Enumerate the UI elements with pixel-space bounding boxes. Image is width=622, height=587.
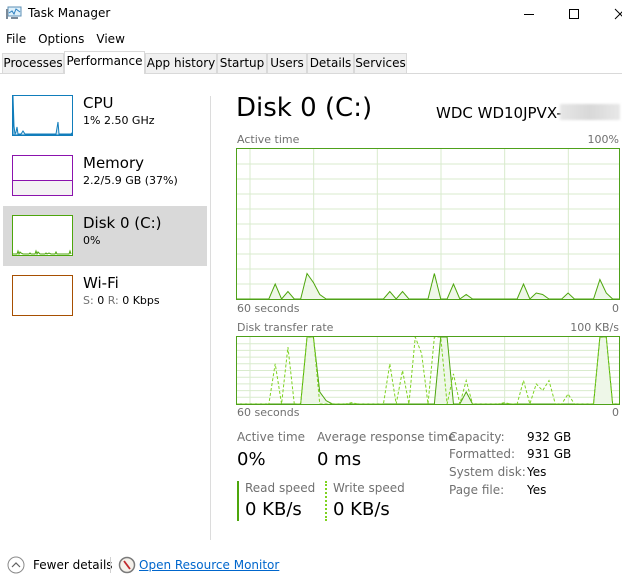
active-time-x-right: 0 (612, 302, 619, 315)
active-time-chart (237, 149, 619, 300)
avg-response-label: Average response time (317, 430, 456, 444)
write-speed-value: 0 KB/s (333, 499, 390, 520)
capacity-value: 932 GB (527, 430, 572, 444)
active-time-graph (236, 148, 620, 300)
read-speed-label: Read speed (245, 481, 316, 495)
write-speed-label: Write speed (333, 481, 405, 495)
sidebar-cpu-title: CPU (83, 94, 114, 112)
sidebar-item-cpu[interactable]: CPU 1% 2.50 GHz (3, 90, 207, 150)
formatted-label: Formatted: (449, 447, 516, 461)
tab-users[interactable]: Users (267, 53, 307, 73)
menu-options[interactable]: Options (32, 30, 90, 48)
close-button[interactable] (597, 0, 622, 28)
close-icon (614, 8, 622, 20)
sidebar-disk-subtitle: 0% (83, 234, 101, 247)
sidebar-wifi-subtitle: S: 0 R: 0 Kbps (83, 294, 160, 307)
transfer-rate-chart (237, 336, 619, 406)
active-time-x-left: 60 seconds (237, 302, 300, 315)
open-resource-monitor-link[interactable]: Open Resource Monitor (139, 558, 279, 572)
tab-processes[interactable]: Processes (2, 53, 64, 73)
footer: Fewer details Open Resource Monitor (0, 553, 622, 581)
transfer-rate-x-right: 0 (612, 406, 619, 419)
transfer-rate-graph-label: Disk transfer rate (237, 321, 334, 334)
sidebar-disk-title: Disk 0 (C:) (83, 214, 162, 232)
menu-bar: File Options View (0, 30, 131, 48)
wifi-send-label: S: (83, 294, 94, 307)
sidebar-cpu-subtitle: 1% 2.50 GHz (83, 114, 155, 127)
disk-model: WDC WD10JPVX- (436, 104, 562, 122)
task-manager-icon (6, 6, 22, 20)
sidebar-divider (210, 96, 211, 540)
disk-thumbnail-graph (12, 215, 73, 256)
redacted-model-suffix (560, 104, 620, 120)
tab-services[interactable]: Services (354, 53, 407, 73)
cpu-thumbnail-graph (12, 95, 73, 136)
tab-details[interactable]: Details (307, 53, 354, 73)
maximize-icon (569, 9, 579, 19)
sidebar-memory-title: Memory (83, 154, 145, 172)
wifi-send-value: 0 (97, 294, 105, 307)
active-time-line (237, 272, 619, 300)
page-file-value: Yes (527, 483, 547, 497)
resource-monitor-icon (118, 556, 136, 577)
menu-view[interactable]: View (90, 30, 130, 48)
avg-response-value: 0 ms (317, 449, 362, 470)
sidebar-item-wifi[interactable]: Wi-Fi S: 0 R: 0 Kbps (3, 270, 207, 330)
active-time-area (237, 273, 619, 299)
fewer-details-button[interactable] (7, 556, 25, 577)
title-bar: Task Manager (0, 0, 622, 28)
fewer-details-label[interactable]: Fewer details (33, 558, 113, 572)
wifi-receive-label: R: (107, 294, 119, 307)
capacity-label: Capacity: (449, 430, 505, 444)
sidebar-item-memory[interactable]: Memory 2.2/5.9 GB (37%) (3, 150, 207, 210)
tab-startup[interactable]: Startup (217, 53, 267, 73)
sidebar-wifi-title: Wi-Fi (83, 274, 119, 292)
system-disk-label: System disk: (449, 465, 526, 479)
maximize-button[interactable] (551, 0, 597, 28)
sidebar-item-disk[interactable]: Disk 0 (C:) 0% (3, 206, 207, 266)
write-speed-legend-line (325, 481, 327, 521)
page-file-label: Page file: (449, 483, 505, 497)
read-speed-legend-line (237, 481, 239, 521)
transfer-rate-x-left: 60 seconds (237, 406, 300, 419)
disk-title: Disk 0 (C:) (236, 93, 373, 123)
active-time-graph-label: Active time (237, 133, 300, 146)
menu-file[interactable]: File (0, 30, 32, 48)
active-time-stat-label: Active time (237, 430, 306, 444)
window-title: Task Manager (28, 6, 111, 20)
tab-performance[interactable]: Performance (64, 51, 145, 74)
minimize-button[interactable] (506, 0, 552, 28)
sidebar-memory-subtitle: 2.2/5.9 GB (37%) (83, 174, 178, 187)
tab-bar: Processes Performance App history Startu… (0, 51, 622, 74)
transfer-rate-graph-max: 100 KB/s (570, 321, 619, 334)
system-disk-value: Yes (527, 465, 547, 479)
footer-divider (110, 557, 111, 573)
memory-thumbnail-graph (12, 155, 73, 196)
wifi-thumbnail-graph (12, 275, 73, 316)
formatted-value: 931 GB (527, 447, 572, 461)
chevron-up-circle-icon (7, 556, 25, 574)
read-speed-value: 0 KB/s (245, 499, 302, 520)
minimize-icon (524, 14, 534, 15)
active-time-stat-value: 0% (237, 449, 266, 470)
wifi-receive-value: 0 Kbps (122, 294, 160, 307)
transfer-rate-graph (236, 336, 620, 406)
tab-app-history[interactable]: App history (145, 53, 217, 73)
active-time-graph-max: 100% (587, 133, 619, 146)
